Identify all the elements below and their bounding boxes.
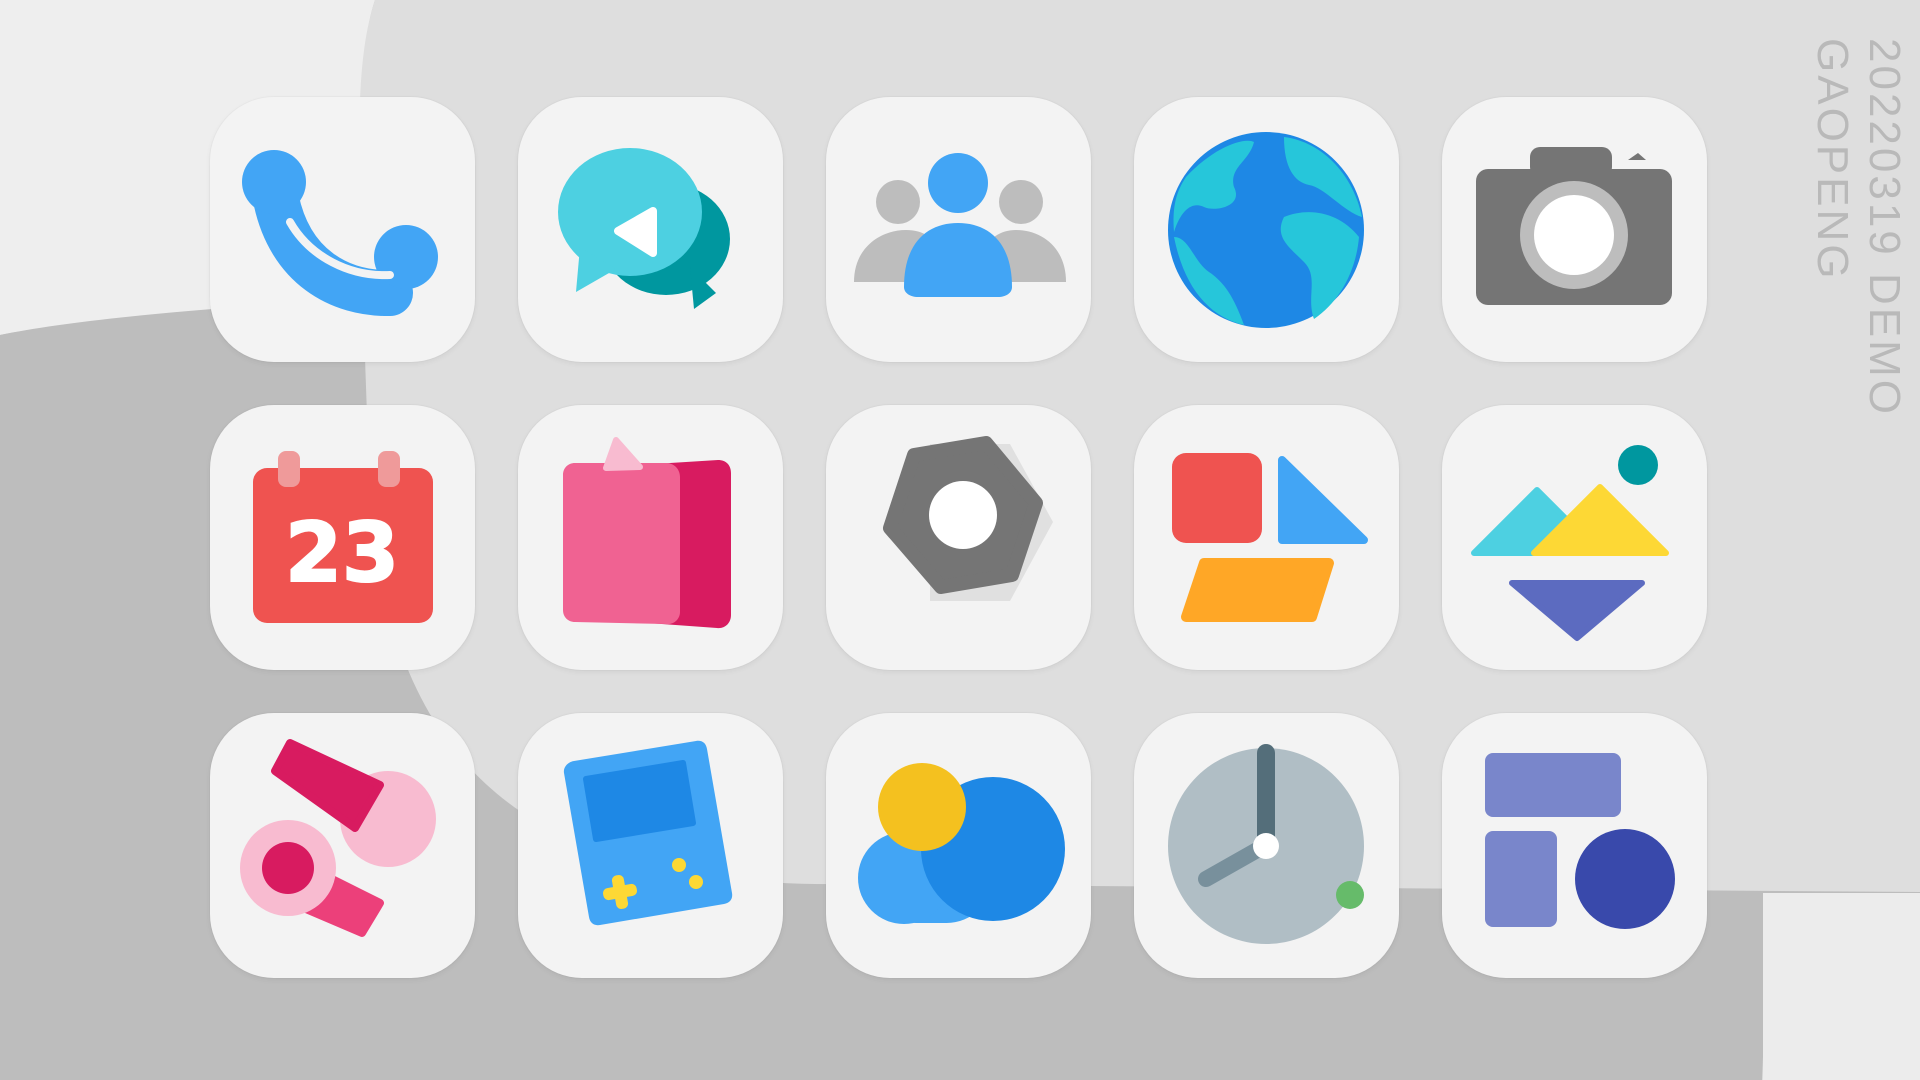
clock-icon <box>1168 744 1364 944</box>
weather-icon <box>858 763 1065 924</box>
notes-icon <box>563 437 731 629</box>
widgets-icon <box>1485 753 1675 929</box>
browser-icon <box>1168 132 1364 328</box>
calendar-date: 23 <box>285 506 399 601</box>
messages-icon <box>558 148 730 309</box>
contacts-app[interactable] <box>826 97 1091 362</box>
calendar-icon: 23 <box>253 451 433 623</box>
contacts-icon <box>854 153 1066 297</box>
app-icon-grid: 23 <box>210 97 1713 984</box>
gallery-icon <box>1471 445 1669 641</box>
messages-app[interactable] <box>518 97 783 362</box>
settings-icon <box>883 436 1053 601</box>
phone-app[interactable] <box>210 97 475 362</box>
phone-icon <box>242 150 438 316</box>
clock-app[interactable] <box>1134 713 1399 978</box>
watermark-date: 20220319 DEMO <box>1860 38 1909 417</box>
notes-app[interactable] <box>518 405 783 670</box>
watermark-author: GAOPENG <box>1808 38 1857 282</box>
watermark-text: 20220319 DEMO GAOPENG <box>1806 38 1910 417</box>
widgets-app[interactable] <box>1442 713 1707 978</box>
gallery-app[interactable] <box>1442 405 1707 670</box>
camera-icon <box>1476 147 1672 305</box>
app-store-app[interactable] <box>1134 405 1399 670</box>
calendar-app[interactable]: 23 <box>210 405 475 670</box>
weather-app[interactable] <box>826 713 1091 978</box>
music-icon <box>240 739 436 937</box>
game-center-app[interactable] <box>518 713 783 978</box>
camera-app[interactable] <box>1442 97 1707 362</box>
browser-app[interactable] <box>1134 97 1399 362</box>
settings-app[interactable] <box>826 405 1091 670</box>
game-center-icon <box>563 740 733 926</box>
music-app[interactable] <box>210 713 475 978</box>
app-store-icon <box>1172 453 1368 622</box>
